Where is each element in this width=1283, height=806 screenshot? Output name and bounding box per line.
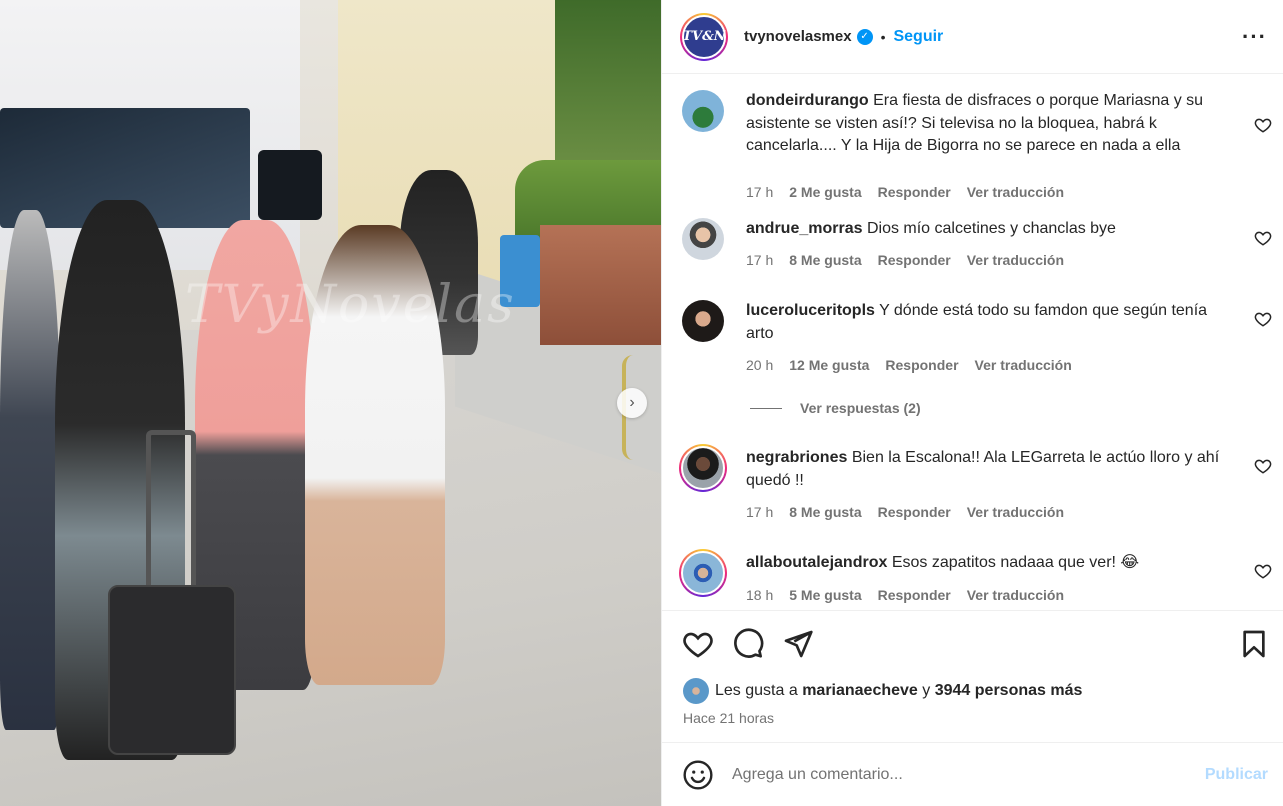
comment-body: dondeirdurango Era fiesta de disfraces o… — [746, 90, 1224, 158]
commenter-avatar-image — [681, 446, 725, 490]
commenter-avatar[interactable] — [682, 300, 724, 342]
likes-prefix: Les gusta a — [715, 682, 798, 699]
verified-badge-icon: ✓ — [856, 28, 873, 45]
comment-text: Dios mío calcetines y chanclas bye — [866, 220, 1116, 237]
commenter-avatar[interactable] — [679, 444, 727, 492]
comment-time[interactable]: 17 h — [746, 252, 773, 268]
truck-mirror — [258, 150, 322, 220]
follow-button[interactable]: Seguir — [893, 28, 943, 46]
reply-button[interactable]: Responder — [878, 504, 951, 520]
translate-button[interactable]: Ver traducción — [967, 587, 1064, 603]
suitcase-handle — [146, 430, 196, 590]
comments-list[interactable]: dondeirdurango Era fiesta de disfraces o… — [662, 75, 1283, 610]
comment-input[interactable] — [732, 765, 1205, 784]
likes-others[interactable]: 3944 personas más — [935, 682, 1083, 700]
comment-meta: 17 h 8 Me gusta Responder Ver traducción — [746, 252, 1064, 268]
comment-username[interactable]: negrabriones — [746, 449, 847, 466]
comment-composer: Publicar — [662, 742, 1283, 806]
reply-button[interactable]: Responder — [878, 587, 951, 603]
view-replies-button[interactable]: Ver respuestas (2) — [750, 400, 921, 416]
person-left-edge — [0, 210, 60, 730]
comment-likes[interactable]: 12 Me gusta — [789, 357, 869, 373]
translate-button[interactable]: Ver traducción — [967, 252, 1064, 268]
watermark: TVyNovelas — [185, 275, 516, 335]
header-separator: • — [880, 28, 886, 45]
author-avatar-logo: TV&N — [682, 14, 726, 59]
comment-meta: 17 h 8 Me gusta Responder Ver traducción — [746, 504, 1064, 520]
view-replies-label: Ver respuestas (2) — [800, 400, 921, 416]
comment-username[interactable]: luceroluceritopls — [746, 302, 875, 319]
post-actions: Les gusta a marianaecheve y 3944 persona… — [662, 610, 1283, 742]
next-image-button[interactable]: › — [617, 388, 647, 418]
liked-by-user[interactable]: marianaecheve — [802, 682, 918, 700]
translate-button[interactable]: Ver traducción — [967, 504, 1064, 520]
comment-likes[interactable]: 8 Me gusta — [789, 252, 861, 268]
comment-meta: 18 h 5 Me gusta Responder Ver traducción — [746, 587, 1064, 603]
commenter-avatar[interactable] — [682, 218, 724, 260]
likes-summary: Les gusta a marianaecheve y 3944 persona… — [683, 678, 1082, 704]
author-avatar[interactable]: TV&N — [680, 12, 728, 61]
translate-button[interactable]: Ver traducción — [975, 357, 1072, 373]
comment-heart-icon[interactable] — [1254, 457, 1272, 475]
comment-body: luceroluceritopls Y dónde está todo su f… — [746, 300, 1224, 345]
emoji-icon[interactable] — [682, 759, 714, 791]
comment-heart-icon[interactable] — [1254, 562, 1272, 580]
comment-meta: 17 h 2 Me gusta Responder Ver traducción — [746, 184, 1064, 200]
likes-and: y — [922, 682, 931, 699]
reply-button[interactable]: Responder — [885, 357, 958, 373]
post-image: TVyNovelas › — [0, 0, 661, 806]
comment-username[interactable]: dondeirdurango — [746, 92, 869, 109]
reply-button[interactable]: Responder — [878, 184, 951, 200]
comment-heart-icon[interactable] — [1254, 229, 1272, 247]
comment-username[interactable]: allaboutalejandrox — [746, 554, 887, 571]
comment-icon[interactable] — [732, 628, 764, 660]
share-icon[interactable] — [782, 628, 814, 660]
background-hedge — [555, 0, 661, 170]
brick-wall — [540, 225, 661, 345]
comment-likes[interactable]: 2 Me gusta — [789, 184, 861, 200]
comment-time[interactable]: 18 h — [746, 587, 773, 603]
comment-time[interactable]: 17 h — [746, 184, 773, 200]
liker-avatar[interactable] — [683, 678, 709, 704]
more-options-icon[interactable]: ··· — [1242, 25, 1267, 48]
publish-button[interactable]: Publicar — [1205, 766, 1268, 784]
comment-time[interactable]: 20 h — [746, 357, 773, 373]
comment-text: Esos zapatitos nadaaa que ver! 😂 — [891, 554, 1140, 571]
comment-heart-icon[interactable] — [1254, 116, 1272, 134]
heart-icon[interactable] — [682, 628, 714, 660]
comment-body: negrabriones Bien la Escalona!! Ala LEGa… — [746, 447, 1224, 492]
comment-heart-icon[interactable] — [1254, 310, 1272, 328]
commenter-avatar[interactable] — [682, 90, 724, 132]
comment-time[interactable]: 17 h — [746, 504, 773, 520]
translate-button[interactable]: Ver traducción — [967, 184, 1064, 200]
comment-body: andrue_morras Dios mío calcetines y chan… — [746, 218, 1224, 241]
commenter-avatar[interactable] — [679, 549, 727, 597]
comment-username[interactable]: andrue_morras — [746, 220, 863, 237]
post-header: TV&N tvynovelasmex ✓ • Seguir ··· — [662, 0, 1283, 74]
comment-likes[interactable]: 8 Me gusta — [789, 504, 861, 520]
reply-button[interactable]: Responder — [878, 252, 951, 268]
suitcase — [108, 585, 236, 755]
post-time[interactable]: Hace 21 horas — [683, 710, 774, 726]
comment-meta: 20 h 12 Me gusta Responder Ver traducció… — [746, 357, 1072, 373]
commenter-avatar-image — [681, 551, 725, 595]
comment-likes[interactable]: 5 Me gusta — [789, 587, 861, 603]
comment-body: allaboutalejandrox Esos zapatitos nadaaa… — [746, 552, 1224, 575]
author-username[interactable]: tvynovelasmex — [744, 28, 852, 45]
post-panel: TV&N tvynovelasmex ✓ • Seguir ··· dondei… — [661, 0, 1283, 806]
chevron-right-icon: › — [629, 394, 635, 411]
view-replies-line — [750, 407, 782, 409]
bookmark-icon[interactable] — [1238, 628, 1270, 660]
